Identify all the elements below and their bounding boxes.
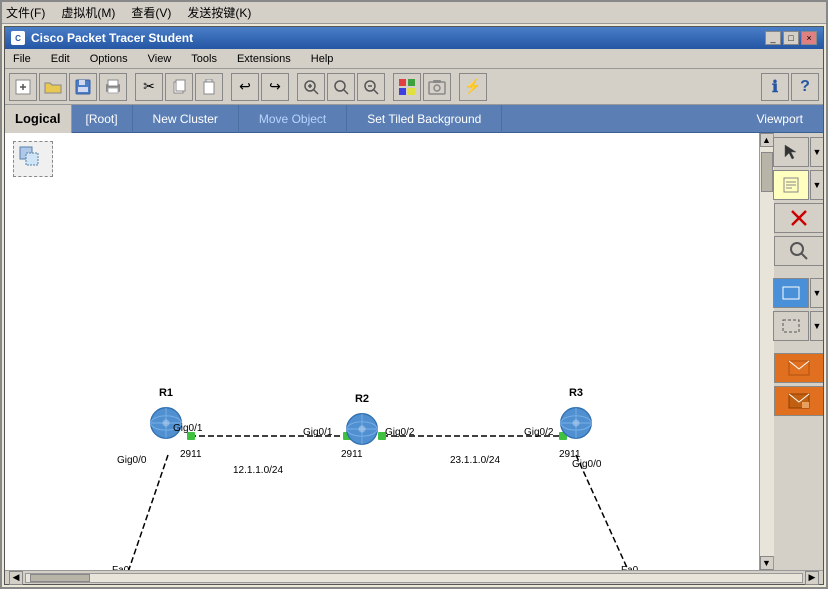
menu-extensions[interactable]: Extensions (233, 51, 295, 67)
router-r3-model: 2911 (559, 449, 581, 460)
inspect-tool-button[interactable] (774, 236, 824, 266)
port-r1-gig00: Gig0/0 (117, 455, 146, 466)
cisco-menu-bar: File Edit Options View Tools Extensions … (5, 49, 823, 69)
os-menubar: 文件(F) 虚拟机(M) 查看(V) 发送按键(K) (2, 2, 826, 24)
cisco-window-controls: _ □ × (765, 31, 817, 45)
port-pc2-fa0: Fa0 (621, 565, 638, 570)
zoom-normal-button[interactable] (327, 73, 355, 101)
scroll-right-button[interactable]: ▶ (805, 571, 819, 585)
router-r2-model: 2911 (341, 449, 363, 460)
right-panel: ▼ ▼ (773, 133, 823, 570)
print-button[interactable] (99, 73, 127, 101)
undo-button[interactable]: ↩ (231, 73, 259, 101)
scroll-down-button[interactable]: ▼ (760, 556, 774, 570)
copy-button[interactable] (165, 73, 193, 101)
note-tool-dropdown[interactable]: ▼ (810, 170, 823, 200)
root-breadcrumb[interactable]: [Root] (72, 105, 133, 133)
scroll-track[interactable] (760, 147, 774, 556)
router-r3[interactable]: R3 (558, 405, 594, 441)
cisco-titlebar-left: C Cisco Packet Tracer Student (11, 31, 193, 45)
screenshot-button[interactable] (423, 73, 451, 101)
note-tool-button[interactable] (773, 170, 809, 200)
port-r1-gig01: Gig0/1 (173, 423, 202, 434)
tool-row-3: ▼ (773, 278, 823, 308)
os-menu-file[interactable]: 文件(F) (6, 4, 45, 21)
palette-button[interactable] (393, 73, 421, 101)
dashed-shape-tool-button[interactable] (773, 311, 809, 341)
zoom-out-button[interactable] (357, 73, 385, 101)
horizontal-scrollbar[interactable] (25, 573, 803, 583)
dashed-shape-tool-dropdown[interactable]: ▼ (810, 311, 823, 341)
set-tiled-background-button[interactable]: Set Tiled Background (347, 105, 502, 133)
logical-icon-image (13, 141, 53, 177)
tool-row-4: ▼ (773, 311, 823, 341)
scroll-left-button[interactable]: ◀ (9, 571, 23, 585)
shape-tool-dropdown[interactable]: ▼ (810, 278, 823, 308)
scroll-thumb[interactable] (761, 152, 773, 192)
paste-button[interactable] (195, 73, 223, 101)
os-menu-keys[interactable]: 发送按键(K) (187, 4, 251, 21)
network-label-12110: 12.1.1.0/24 (233, 465, 283, 476)
help-button[interactable]: ? (791, 73, 819, 101)
cisco-titlebar: C Cisco Packet Tracer Student _ □ × (5, 27, 823, 49)
cisco-window-title: Cisco Packet Tracer Student (31, 31, 193, 45)
network-canvas[interactable]: R1 Gig0/1 Gig0/0 2911 R (5, 133, 759, 570)
router-r3-label-top: R3 (569, 387, 583, 399)
custom-button[interactable]: ⚡ (459, 73, 487, 101)
menu-help[interactable]: Help (307, 51, 338, 67)
shape-tool-button[interactable] (773, 278, 809, 308)
info-button[interactable]: ℹ (761, 73, 789, 101)
router-r2[interactable]: R2 (344, 411, 380, 447)
logical-workspace-icon[interactable] (13, 141, 53, 177)
os-menu-vm[interactable]: 虚拟机(M) (61, 4, 115, 21)
network-label-23110: 23.1.1.0/24 (450, 455, 500, 466)
hscroll-thumb[interactable] (30, 574, 90, 582)
pdu-complex-button[interactable] (774, 386, 824, 416)
zoom-in-button[interactable] (297, 73, 325, 101)
delete-tool-button[interactable] (774, 203, 824, 233)
maximize-button[interactable]: □ (783, 31, 799, 45)
port-r2-gig02: Gig0/2 (385, 427, 414, 438)
router-r2-icon (344, 411, 380, 447)
cisco-logo-icon: C (11, 31, 25, 45)
tool-row-2: ▼ (773, 170, 823, 200)
save-button[interactable] (69, 73, 97, 101)
menu-file[interactable]: File (9, 51, 35, 67)
menu-tools[interactable]: Tools (187, 51, 221, 67)
move-object-button[interactable]: Move Object (239, 105, 347, 133)
port-r3-gig02-left: Gig0/2 (524, 427, 553, 438)
scroll-up-button[interactable]: ▲ (760, 133, 774, 147)
port-r2-gig01: Gig0/1 (303, 427, 332, 438)
redo-button[interactable]: ↪ (261, 73, 289, 101)
select-tool-dropdown[interactable]: ▼ (810, 137, 823, 167)
action-bar: Logical [Root] New Cluster Move Object S… (5, 105, 823, 133)
menu-edit[interactable]: Edit (47, 51, 74, 67)
port-r3-gig00: Gig0/0 (572, 459, 601, 470)
cisco-window: C Cisco Packet Tracer Student _ □ × File… (4, 26, 824, 585)
viewport-button[interactable]: Viewport (737, 105, 823, 133)
minimize-button[interactable]: _ (765, 31, 781, 45)
bottom-bar: ◀ ▶ (5, 570, 823, 584)
router-r1-label-top: R1 (159, 387, 173, 399)
cut-button[interactable]: ✂ (135, 73, 163, 101)
vertical-scrollbar[interactable]: ▲ ▼ (759, 133, 773, 570)
pdu-simple-button[interactable] (774, 353, 824, 383)
toolbar: ✂ ↩ ↪ (5, 69, 823, 105)
close-button[interactable]: × (801, 31, 817, 45)
os-menu-view[interactable]: 查看(V) (131, 4, 171, 21)
port-pc1-fa0: Fa0 (112, 565, 129, 570)
logical-label: Logical (5, 105, 72, 133)
network-connections-svg (5, 133, 759, 570)
tool-row-1: ▼ (773, 137, 823, 167)
select-tool-button[interactable] (773, 137, 809, 167)
open-button[interactable] (39, 73, 67, 101)
main-area: R1 Gig0/1 Gig0/0 2911 R (5, 133, 823, 570)
router-r1-model: 2911 (180, 449, 202, 460)
menu-options[interactable]: Options (86, 51, 132, 67)
menu-view[interactable]: View (144, 51, 176, 67)
new-cluster-button[interactable]: New Cluster (133, 105, 239, 133)
router-r2-label-top: R2 (355, 393, 369, 405)
new-button[interactable] (9, 73, 37, 101)
router-r3-icon (558, 405, 594, 441)
